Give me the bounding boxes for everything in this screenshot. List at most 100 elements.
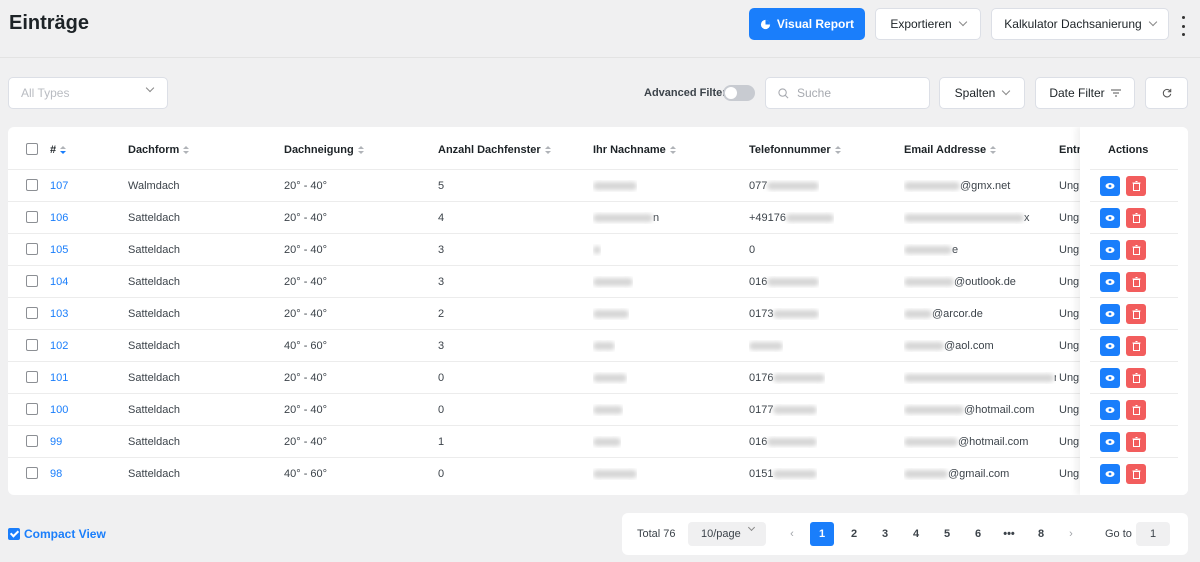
cell-dachform: Satteldach	[128, 212, 180, 224]
columns-button[interactable]: Spalten	[939, 77, 1025, 109]
cell-dachform: Satteldach	[128, 436, 180, 448]
view-entry-button[interactable]	[1100, 400, 1120, 420]
more-pages-icon[interactable]: •••	[997, 522, 1021, 546]
view-entry-button[interactable]	[1100, 240, 1120, 260]
sort-icon	[60, 145, 67, 155]
delete-entry-button[interactable]	[1126, 304, 1146, 324]
view-entry-button[interactable]	[1100, 432, 1120, 452]
entry-id-link[interactable]: 105	[50, 244, 68, 256]
row-checkbox[interactable]	[26, 275, 38, 287]
column-header-dachneigung[interactable]: Dachneigung	[284, 144, 364, 156]
cell-nachname	[593, 436, 621, 448]
cell-entry: Unge	[1059, 404, 1079, 416]
delete-entry-button[interactable]	[1126, 368, 1146, 388]
visual-report-button[interactable]: Visual Report	[749, 8, 865, 40]
view-entry-button[interactable]	[1100, 176, 1120, 196]
redacted-text	[773, 310, 820, 319]
redacted-text	[593, 406, 623, 415]
redacted-text	[767, 278, 820, 287]
cell-email: @arcor.de	[904, 308, 1056, 320]
goto-page-input[interactable]: 1	[1136, 522, 1170, 546]
row-checkbox[interactable]	[26, 339, 38, 351]
row-checkbox[interactable]	[26, 211, 38, 223]
chevron-down-icon	[1002, 86, 1011, 96]
types-select[interactable]: All Types	[8, 77, 168, 109]
delete-entry-button[interactable]	[1126, 240, 1146, 260]
row-checkbox[interactable]	[26, 467, 38, 479]
page-button[interactable]: 1	[810, 522, 834, 546]
page-size-select[interactable]: 10/page	[688, 522, 766, 546]
more-options-icon[interactable]	[1178, 16, 1188, 36]
delete-entry-button[interactable]	[1126, 176, 1146, 196]
page-button[interactable]: 5	[935, 522, 959, 546]
column-header-dachfenster[interactable]: Anzahl Dachfenster	[438, 144, 551, 156]
redacted-text	[904, 470, 948, 479]
eye-icon	[1105, 343, 1115, 349]
chevron-down-icon	[145, 83, 155, 93]
select-all-checkbox[interactable]	[26, 143, 38, 155]
column-header-email[interactable]: Email Addresse	[904, 144, 997, 156]
redacted-text	[904, 406, 964, 415]
delete-entry-button[interactable]	[1126, 400, 1146, 420]
page-button[interactable]: 3	[873, 522, 897, 546]
refresh-button[interactable]	[1145, 77, 1188, 109]
entry-id-link[interactable]: 98	[50, 468, 62, 480]
entry-id-link[interactable]: 100	[50, 404, 68, 416]
delete-entry-button[interactable]	[1126, 432, 1146, 452]
row-checkbox[interactable]	[26, 179, 38, 191]
delete-entry-button[interactable]	[1126, 208, 1146, 228]
view-entry-button[interactable]	[1100, 272, 1120, 292]
entry-id-link[interactable]: 101	[50, 372, 68, 384]
column-header-id[interactable]: #	[50, 144, 67, 156]
prev-page-icon[interactable]: ‹	[780, 522, 804, 546]
row-actions	[1090, 329, 1178, 361]
view-entry-button[interactable]	[1100, 208, 1120, 228]
entry-id-link[interactable]: 107	[50, 180, 68, 192]
export-dropdown[interactable]: Exportieren	[875, 8, 981, 40]
date-filter-label: Date Filter	[1049, 86, 1105, 100]
row-checkbox[interactable]	[26, 435, 38, 447]
entry-id-link[interactable]: 104	[50, 276, 68, 288]
page-button[interactable]: 4	[904, 522, 928, 546]
redacted-text	[593, 214, 653, 223]
view-entry-button[interactable]	[1100, 304, 1120, 324]
row-checkbox[interactable]	[26, 243, 38, 255]
eye-icon	[1105, 247, 1115, 253]
row-checkbox[interactable]	[26, 371, 38, 383]
row-checkbox[interactable]	[26, 403, 38, 415]
entry-id-link[interactable]: 103	[50, 308, 68, 320]
column-header-dachform[interactable]: Dachform	[128, 144, 190, 156]
column-header-nachname[interactable]: Ihr Nachname	[593, 144, 676, 156]
delete-entry-button[interactable]	[1126, 336, 1146, 356]
table-row: 101 Satteldach 20° - 40° 0 0176 r...Unge	[8, 361, 1080, 393]
delete-entry-button[interactable]	[1126, 272, 1146, 292]
cell-nachname	[593, 372, 627, 384]
search-input[interactable]	[797, 86, 917, 100]
entry-id-link[interactable]: 99	[50, 436, 62, 448]
redacted-text	[593, 278, 633, 287]
page-button[interactable]: 8	[1029, 522, 1053, 546]
cell-entry: Unge	[1059, 244, 1079, 256]
cell-telefon: 0	[749, 244, 756, 256]
date-filter-button[interactable]: Date Filter	[1035, 77, 1135, 109]
cell-email: @outlook.de	[904, 276, 1056, 288]
page-button[interactable]: 6	[966, 522, 990, 546]
row-checkbox[interactable]	[26, 307, 38, 319]
next-page-icon[interactable]: ›	[1059, 522, 1083, 546]
cell-telefon: 016	[749, 436, 818, 448]
view-entry-button[interactable]	[1100, 464, 1120, 484]
search-box[interactable]	[765, 77, 930, 109]
delete-entry-button[interactable]	[1126, 464, 1146, 484]
compact-view-checkbox[interactable]: Compact View	[8, 527, 106, 541]
view-entry-button[interactable]	[1100, 336, 1120, 356]
page-button[interactable]: 2	[842, 522, 866, 546]
redacted-text	[786, 214, 835, 223]
advanced-filter-toggle[interactable]	[723, 85, 755, 101]
cell-nachname	[593, 404, 623, 416]
form-select-dropdown[interactable]: Kalkulator Dachsanierung	[991, 8, 1169, 40]
entry-id-link[interactable]: 106	[50, 212, 68, 224]
view-entry-button[interactable]	[1100, 368, 1120, 388]
column-header-telefon[interactable]: Telefonnummer	[749, 144, 841, 156]
entry-id-link[interactable]: 102	[50, 340, 68, 352]
cell-dachneigung: 20° - 40°	[284, 308, 328, 320]
